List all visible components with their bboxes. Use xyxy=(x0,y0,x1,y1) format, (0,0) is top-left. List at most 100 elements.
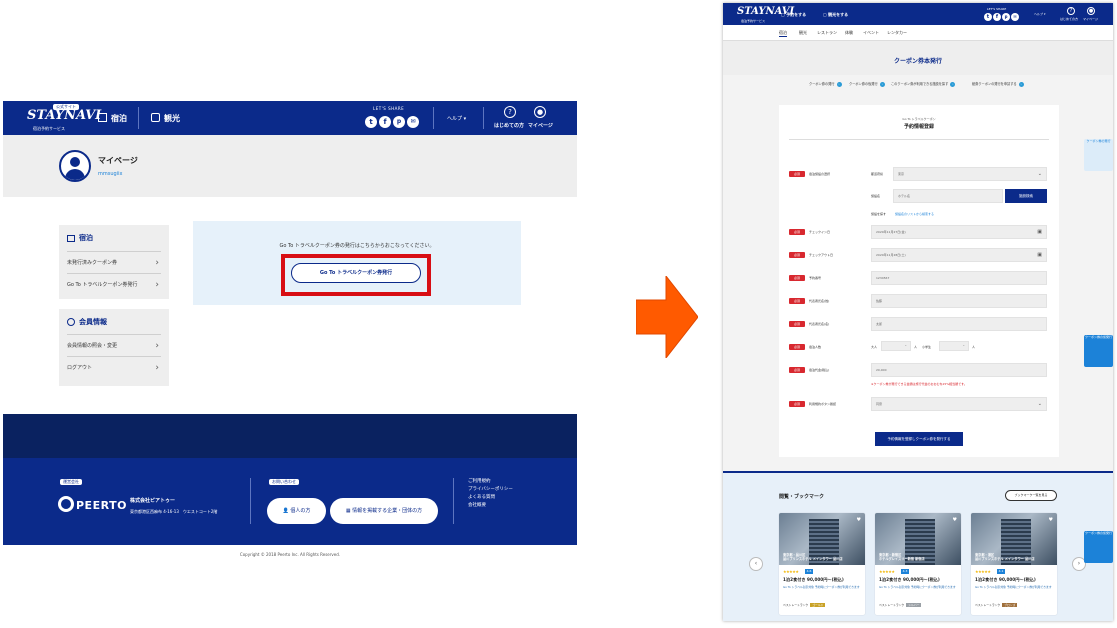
title-band: クーポン券本発行 xyxy=(723,41,1113,75)
footer-link-terms[interactable]: ご利用規約 xyxy=(468,478,513,486)
twitter-icon[interactable]: t xyxy=(365,116,377,128)
heart-icon[interactable]: ♥ xyxy=(857,517,861,523)
pinterest-icon[interactable]: p xyxy=(1002,13,1010,21)
sightseeing-icon xyxy=(151,113,160,122)
menu-item-unissued-coupons[interactable]: 未発行済みクーポン券 › xyxy=(67,251,161,273)
form-subtitle: Go To トラベルクーポン xyxy=(902,117,936,121)
first-time-link[interactable]: はじめての方 xyxy=(494,122,524,129)
copyright: Copyright © 2018 Peerto Inc. All Rights … xyxy=(239,552,341,557)
field-sublabel: 都道府県 xyxy=(871,172,884,176)
user-icon[interactable]: ● xyxy=(1087,7,1095,15)
hotel-card[interactable]: ♥ 東京都・港区 品川プリンスホテル メインタワー 品川店 ★★★★★ 4.1 1… xyxy=(971,513,1057,615)
nav-reserve[interactable]: ▢ 予約をする xyxy=(781,12,806,18)
header-divider-2 xyxy=(433,107,434,129)
hotel-name: 東京都・新宿区 ホテルグレイスリー新宿 新宿店 xyxy=(879,553,925,561)
bookmarks-section: 閲覧・ブックマーク ブックマーク一覧を見る ‹ › ♥ 東京都・品川区 品川プリン… xyxy=(723,471,1113,621)
facebook-icon[interactable]: f xyxy=(993,13,1001,21)
staynavi-logo[interactable]: STAYNAVI xyxy=(27,108,101,123)
help-circle-icon[interactable]: ? xyxy=(1067,7,1075,15)
heart-icon[interactable]: ♥ xyxy=(953,517,957,523)
tab-experience[interactable]: 体験 xyxy=(845,30,853,36)
contact-business-button[interactable]: ▦ 情報を掲載する企業・団体の方 xyxy=(330,498,438,524)
menu-item-member-info[interactable]: 会員情報の照会・変更 › xyxy=(67,334,161,356)
menu-item-issue-coupon[interactable]: Go To トラベルクーポン券発行 › xyxy=(67,273,161,295)
lodging-menu-title: 宿泊 xyxy=(67,233,93,243)
facility-search-button[interactable]: 施設検索 xyxy=(1005,189,1047,203)
hotel-note: Go To トラベル割引対象 予約時にクーポン券が利用できます xyxy=(783,585,860,589)
chevron-down-icon: ⌄ xyxy=(1037,171,1042,177)
child-count-select[interactable]: ⌄ xyxy=(939,341,969,351)
nav-sightseeing[interactable]: ▢ 観光をする xyxy=(823,12,848,18)
contact-personal-button[interactable]: 👤 個人の方 xyxy=(267,498,326,524)
hotel-card[interactable]: ♥ 東京都・品川区 品川プリンスホテル メインタワー 品川店 ★★★★★ 4.6 … xyxy=(779,513,865,615)
carousel-prev-button[interactable]: ‹ xyxy=(749,557,763,571)
avatar-body xyxy=(65,169,85,180)
link-find-facility[interactable]: このクーポン券が利用できる施設を探す › xyxy=(891,81,956,87)
checkout-date-input[interactable]: 2020年11月28日(土) ▣ xyxy=(871,248,1047,262)
link-provisional[interactable]: クーポン券の仮発行 › xyxy=(849,81,885,87)
tab-rentacar[interactable]: レンタカー xyxy=(887,30,907,36)
bookmarks-more-button[interactable]: ブックマーク一覧を見る xyxy=(1005,490,1057,501)
tab-sightseeing[interactable]: 観光 xyxy=(799,30,807,36)
site-header: STAYNAVI 宿泊予約サービス ▢ 予約をする ▢ 観光をする LET'S … xyxy=(723,3,1113,25)
mypage-link[interactable]: マイページ xyxy=(528,122,553,129)
twitter-icon[interactable]: t xyxy=(984,13,992,21)
hotel-name: 東京都・港区 品川プリンスホテル メインタワー 品川店 xyxy=(975,553,1035,561)
field-label: 代表者氏名(姓) xyxy=(809,299,830,303)
arrow-circle-icon: › xyxy=(950,81,956,87)
prefecture-select[interactable]: 東京 ⌄ xyxy=(893,167,1047,181)
hotel-card[interactable]: ♥ 東京都・新宿区 ホテルグレイスリー新宿 新宿店 ★★★★★ 4.3 1泊2食付… xyxy=(875,513,961,615)
help-menu[interactable]: ヘルプ ▾ xyxy=(1034,12,1045,16)
tab-restaurant[interactable]: レストラン xyxy=(817,30,837,36)
first-name-input[interactable]: 太郎 xyxy=(871,317,1047,331)
coupon-links: クーポン券の発行 › クーポン券の仮発行 › このクーポン券が利用できる施設を探す ›… xyxy=(723,81,1113,89)
footer-link-faq[interactable]: よくある質問 xyxy=(468,494,513,502)
arrow-circle-icon: › xyxy=(836,81,842,87)
first-time-link[interactable]: はじめての方 xyxy=(1060,17,1078,21)
mypage-screenshot: 公式サイト STAYNAVI 宿泊予約サービス 宿泊 観光 LET'S SHAR… xyxy=(3,101,577,545)
issue-coupon-button[interactable]: Go To トラベルクーポン券発行 xyxy=(291,263,421,283)
arrow-circle-icon: › xyxy=(879,81,885,87)
tab-event[interactable]: イベント xyxy=(863,30,879,36)
submit-button[interactable]: 予約情報を登録しクーポン券を発行する xyxy=(875,432,963,446)
hotel-price: 1泊2食付き 90,000円〜(税込) xyxy=(783,577,844,582)
field-label: チェックアウト日 xyxy=(809,253,834,257)
menu-item-logout[interactable]: ログアウト › xyxy=(67,356,161,378)
side-badge-provisional-2[interactable]: クーポン券の仮発行 xyxy=(1084,531,1113,563)
page-title: クーポン券本発行 xyxy=(893,58,942,65)
member-menu: 会員情報 会員情報の照会・変更 › ログアウト › xyxy=(59,309,169,386)
checkin-date-input[interactable]: 2020年11月27日(金) ▣ xyxy=(871,225,1047,239)
share-label: LET'S SHARE xyxy=(987,7,1007,11)
footer-link-privacy[interactable]: プライバシーポリシー xyxy=(468,486,513,494)
mail-icon[interactable]: ✉ xyxy=(407,116,419,128)
adult-count-select[interactable]: ⌄ xyxy=(881,341,911,351)
footer-link-company[interactable]: 会社概要 xyxy=(468,502,513,510)
heart-icon[interactable]: ♥ xyxy=(1049,517,1053,523)
peerto-logo-icon xyxy=(58,496,74,512)
rating-stars: ★★★★★ xyxy=(879,569,895,574)
link-paper-coupon[interactable]: 紙券クーポンの発行を申請する › xyxy=(972,81,1024,87)
help-circle-icon[interactable]: ? xyxy=(504,106,516,118)
mypage-link[interactable]: マイページ xyxy=(1083,17,1098,21)
unit-label: 人 xyxy=(914,345,918,349)
tab-lodging[interactable]: 宿泊 xyxy=(779,30,787,37)
side-badge-provisional[interactable]: クーポン券の仮発行 xyxy=(1084,335,1113,367)
user-icon[interactable]: ● xyxy=(534,106,546,118)
help-menu[interactable]: ヘルプ ▾ xyxy=(447,115,466,122)
header-divider xyxy=(138,107,139,129)
field-label: 宿泊人数 xyxy=(809,345,822,349)
pinterest-icon[interactable]: p xyxy=(393,116,405,128)
facebook-icon[interactable]: f xyxy=(379,116,391,128)
link-issue[interactable]: クーポン券の発行 › xyxy=(809,81,842,87)
last-name-input[interactable]: 佐藤 xyxy=(871,294,1047,308)
price-input[interactable]: 20,000 xyxy=(871,363,1047,377)
field-sublabel: 施設名 xyxy=(871,194,881,198)
facility-name-input[interactable]: ホテル名 xyxy=(893,189,1003,203)
reservation-number-input[interactable]: 1234567 xyxy=(871,271,1047,285)
facility-list-link[interactable]: 施設名のリストから検索する xyxy=(895,212,934,216)
side-badge-issue[interactable]: クーポン券の発行 xyxy=(1084,139,1113,171)
terms-select[interactable]: 同意 ⌄ xyxy=(871,397,1047,411)
form-title: 予約情報登録 xyxy=(903,124,934,130)
mail-icon[interactable]: ✉ xyxy=(1011,13,1019,21)
facility-hint: 施設を探す xyxy=(871,212,887,216)
